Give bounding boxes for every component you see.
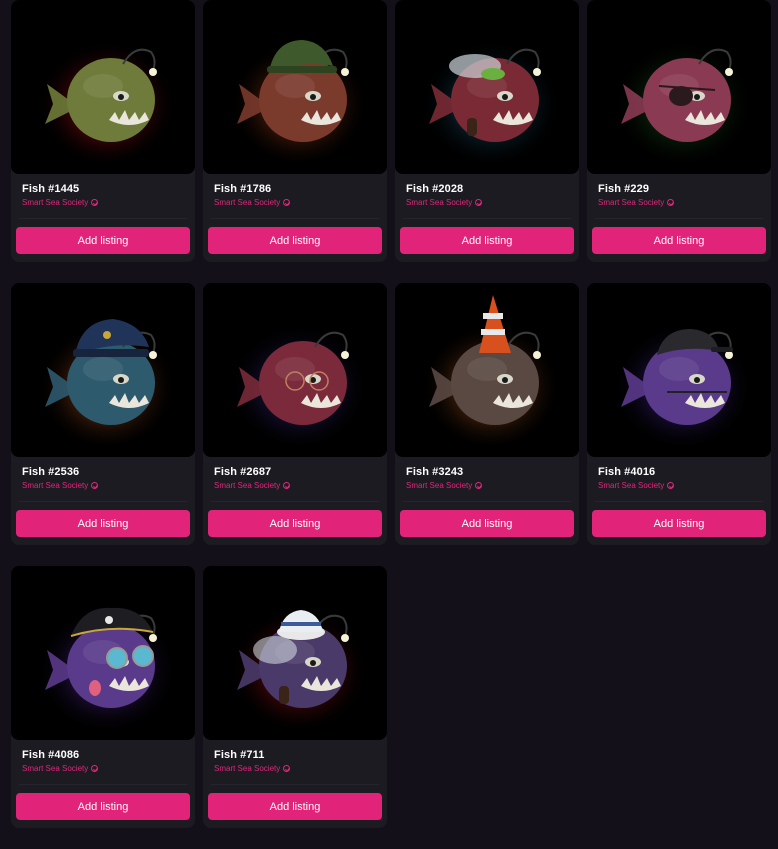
add-listing-button[interactable]: Add listing [592, 227, 766, 254]
collection-name: Smart Sea Society [214, 198, 281, 207]
nft-name[interactable]: Fish #2536 [22, 466, 79, 478]
verified-icon [475, 482, 483, 489]
collection-link[interactable]: Smart Sea Society [22, 481, 99, 490]
collection-link[interactable]: Smart Sea Society [22, 198, 99, 207]
divider [211, 784, 379, 785]
add-listing-button[interactable]: Add listing [208, 227, 382, 254]
nft-card[interactable]: Fish #1786 Smart Sea Society Add listing [203, 0, 387, 262]
nft-image[interactable] [11, 0, 195, 174]
collection-name: Smart Sea Society [598, 198, 665, 207]
verified-icon [667, 482, 675, 489]
nft-image[interactable] [395, 0, 579, 174]
nft-name[interactable]: Fish #1445 [22, 183, 79, 195]
nft-image[interactable] [587, 283, 771, 457]
nft-card[interactable]: Fish #4086 Smart Sea Society Add listing [11, 566, 195, 828]
divider [403, 218, 571, 219]
divider [595, 218, 763, 219]
nft-name[interactable]: Fish #3243 [406, 466, 463, 478]
collection-link[interactable]: Smart Sea Society [598, 481, 675, 490]
nft-name[interactable]: Fish #4016 [598, 466, 655, 478]
nft-name[interactable]: Fish #711 [214, 749, 264, 761]
nft-image[interactable] [203, 566, 387, 740]
add-listing-button[interactable]: Add listing [16, 793, 190, 820]
verified-icon [475, 199, 483, 206]
collection-name: Smart Sea Society [406, 198, 473, 207]
nft-card[interactable]: Fish #229 Smart Sea Society Add listing [587, 0, 771, 262]
verified-icon [283, 482, 291, 489]
divider [403, 501, 571, 502]
divider [211, 218, 379, 219]
nft-grid: Fish #1445 Smart Sea Society Add listing Fi… [11, 0, 771, 849]
divider [19, 784, 187, 785]
collection-link[interactable]: Smart Sea Society [406, 198, 483, 207]
collection-name: Smart Sea Society [22, 481, 89, 490]
add-listing-button[interactable]: Add listing [400, 510, 574, 537]
add-listing-button[interactable]: Add listing [16, 510, 190, 537]
collection-link[interactable]: Smart Sea Society [214, 198, 291, 207]
collection-name: Smart Sea Society [598, 481, 665, 490]
collection-link[interactable]: Smart Sea Society [22, 764, 99, 773]
nft-image[interactable] [203, 0, 387, 174]
verified-icon [283, 765, 291, 772]
add-listing-button[interactable]: Add listing [400, 227, 574, 254]
nft-image[interactable] [11, 283, 195, 457]
nft-card[interactable]: Fish #4016 Smart Sea Society Add listing [587, 283, 771, 545]
collection-link[interactable]: Smart Sea Society [214, 481, 291, 490]
nft-image[interactable] [587, 0, 771, 174]
nft-name[interactable]: Fish #2687 [214, 466, 271, 478]
nft-image[interactable] [203, 283, 387, 457]
collection-name: Smart Sea Society [214, 764, 281, 773]
nft-image[interactable] [11, 566, 195, 740]
divider [19, 501, 187, 502]
nft-name[interactable]: Fish #4086 [22, 749, 79, 761]
verified-icon [91, 765, 99, 772]
divider [211, 501, 379, 502]
collection-name: Smart Sea Society [22, 764, 89, 773]
add-listing-button[interactable]: Add listing [16, 227, 190, 254]
verified-icon [91, 199, 99, 206]
verified-icon [91, 482, 99, 489]
nft-name[interactable]: Fish #1786 [214, 183, 271, 195]
divider [595, 501, 763, 502]
divider [19, 218, 187, 219]
collection-name: Smart Sea Society [22, 198, 89, 207]
nft-card[interactable]: Fish #2028 Smart Sea Society Add listing [395, 0, 579, 262]
nft-card[interactable]: Fish #711 Smart Sea Society Add listing [203, 566, 387, 828]
nft-card[interactable]: Fish #2536 Smart Sea Society Add listing [11, 283, 195, 545]
nft-card[interactable]: Fish #3243 Smart Sea Society Add listing [395, 283, 579, 545]
nft-name[interactable]: Fish #2028 [406, 183, 463, 195]
collection-name: Smart Sea Society [406, 481, 473, 490]
nft-card[interactable]: Fish #1445 Smart Sea Society Add listing [11, 0, 195, 262]
add-listing-button[interactable]: Add listing [592, 510, 766, 537]
collection-link[interactable]: Smart Sea Society [406, 481, 483, 490]
add-listing-button[interactable]: Add listing [208, 793, 382, 820]
collection-link[interactable]: Smart Sea Society [214, 764, 291, 773]
collection-name: Smart Sea Society [214, 481, 281, 490]
add-listing-button[interactable]: Add listing [208, 510, 382, 537]
nft-card[interactable]: Fish #2687 Smart Sea Society Add listing [203, 283, 387, 545]
verified-icon [667, 199, 675, 206]
nft-name[interactable]: Fish #229 [598, 183, 649, 195]
verified-icon [283, 199, 291, 206]
collection-link[interactable]: Smart Sea Society [598, 198, 675, 207]
nft-image[interactable] [395, 283, 579, 457]
